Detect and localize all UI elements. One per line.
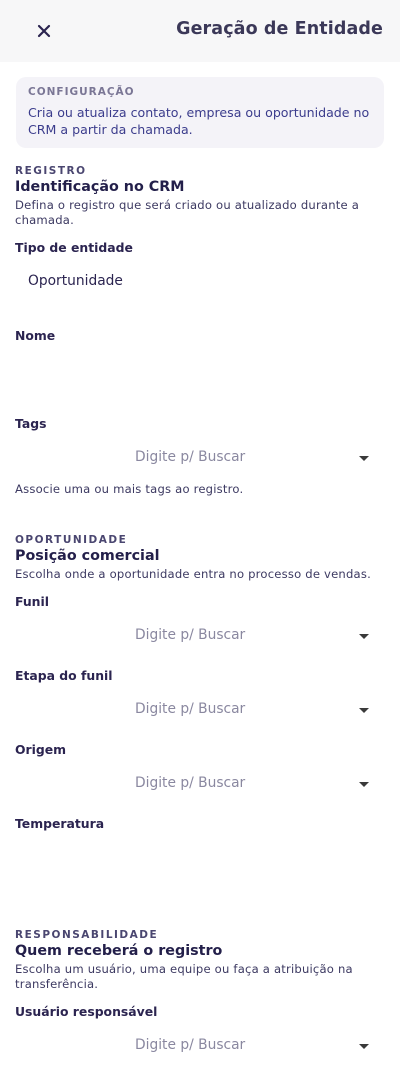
nome-input[interactable] xyxy=(15,352,385,392)
usuario-select[interactable]: Digite p/ Buscar xyxy=(15,1026,385,1066)
usuario-placeholder: Digite p/ Buscar xyxy=(135,1037,246,1053)
config-label: CONFIGURAÇÃO xyxy=(28,86,135,98)
caret-down-icon[interactable] xyxy=(359,456,369,461)
funil-select[interactable]: Digite p/ Buscar xyxy=(15,616,385,656)
page-title: Geração de Entidade xyxy=(176,19,383,39)
tipo-entidade-value[interactable]: Oportunidade xyxy=(28,273,123,289)
origem-label: Origem xyxy=(15,742,67,757)
tags-select[interactable]: Digite p/ Buscar xyxy=(15,438,385,478)
tipo-entidade-label: Tipo de entidade xyxy=(15,240,133,255)
etapa-label: Etapa do funil xyxy=(15,668,113,683)
caret-down-icon[interactable] xyxy=(359,708,369,713)
tags-placeholder: Digite p/ Buscar xyxy=(135,449,246,465)
funil-placeholder: Digite p/ Buscar xyxy=(135,627,246,643)
caret-down-icon[interactable] xyxy=(359,782,369,787)
origem-select[interactable]: Digite p/ Buscar xyxy=(15,764,385,804)
caret-down-icon[interactable] xyxy=(359,634,369,639)
caret-down-icon[interactable] xyxy=(359,1044,369,1049)
temperatura-input[interactable] xyxy=(15,840,385,880)
registro-title: Identificação no CRM xyxy=(15,179,185,195)
etapa-placeholder: Digite p/ Buscar xyxy=(135,701,246,717)
config-description: Cria ou atualiza contato, empresa ou opo… xyxy=(28,105,370,137)
responsabilidade-title: Quem receberá o registro xyxy=(15,943,223,959)
responsabilidade-description: Escolha um usuário, uma equipe ou faça a… xyxy=(15,962,353,991)
origem-placeholder: Digite p/ Buscar xyxy=(135,775,246,791)
oportunidade-title: Posição comercial xyxy=(15,548,160,564)
tags-helper: Associe uma ou mais tags ao registro. xyxy=(15,482,244,496)
funil-label: Funil xyxy=(15,594,49,609)
tags-label: Tags xyxy=(15,416,47,431)
usuario-label: Usuário responsável xyxy=(15,1004,158,1019)
registro-description: Defina o registro que será criado ou atu… xyxy=(15,198,360,227)
header: Geração de Entidade xyxy=(0,0,400,62)
close-button[interactable] xyxy=(33,20,55,42)
close-icon[interactable] xyxy=(33,20,55,42)
responsabilidade-kicker: RESPONSABILIDADE xyxy=(15,929,159,941)
oportunidade-description: Escolha onde a oportunidade entra no pro… xyxy=(15,567,371,581)
registro-kicker: REGISTRO xyxy=(15,165,87,177)
temperatura-label: Temperatura xyxy=(15,816,105,831)
etapa-select[interactable]: Digite p/ Buscar xyxy=(15,690,385,730)
nome-label: Nome xyxy=(15,328,56,343)
oportunidade-kicker: OPORTUNIDADE xyxy=(15,534,128,546)
config-info-box: CONFIGURAÇÃO Cria ou atualiza contato, e… xyxy=(16,77,384,148)
